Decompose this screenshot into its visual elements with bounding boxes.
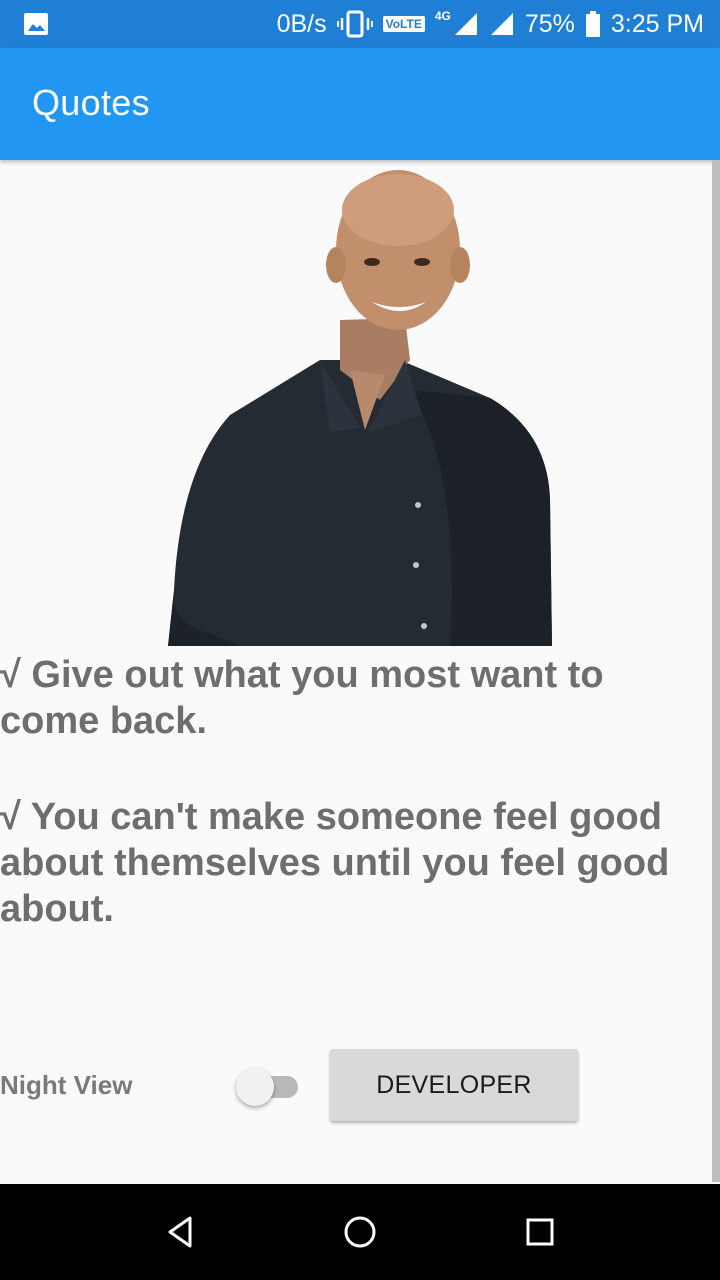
- navigation-bar: [0, 1184, 720, 1280]
- home-icon[interactable]: [336, 1208, 384, 1256]
- vibrate-icon: [336, 10, 373, 38]
- battery-icon: [585, 11, 600, 37]
- app-bar: Quotes: [0, 48, 720, 160]
- signal-icon: [454, 13, 477, 35]
- clock: 3:25 PM: [610, 9, 704, 38]
- page-title: Quotes: [32, 82, 150, 123]
- night-view-label: Night View: [0, 1070, 133, 1100]
- author-portrait: [168, 170, 552, 646]
- volte-badge: VoLTE: [382, 16, 425, 32]
- back-icon[interactable]: [156, 1208, 204, 1256]
- developer-button[interactable]: DEVELOPER: [330, 1049, 578, 1121]
- data-speed: 0B/s: [276, 9, 327, 38]
- status-bar: 0B/s VoLTE 4G 75% 3:25 PM: [0, 0, 720, 48]
- toggle-thumb: [236, 1068, 274, 1106]
- network-type: 4G: [434, 9, 451, 23]
- battery-percent: 75%: [524, 9, 575, 38]
- signal-icon: [490, 13, 513, 35]
- quote-text: √ Give out what you most want to come ba…: [0, 654, 604, 742]
- night-view-toggle[interactable]: [236, 1068, 300, 1106]
- scrollbar[interactable]: [712, 160, 720, 1182]
- quote-text: √ You can't make someone feel good about…: [0, 796, 670, 930]
- image-icon: [24, 13, 48, 35]
- recents-icon[interactable]: [516, 1208, 564, 1256]
